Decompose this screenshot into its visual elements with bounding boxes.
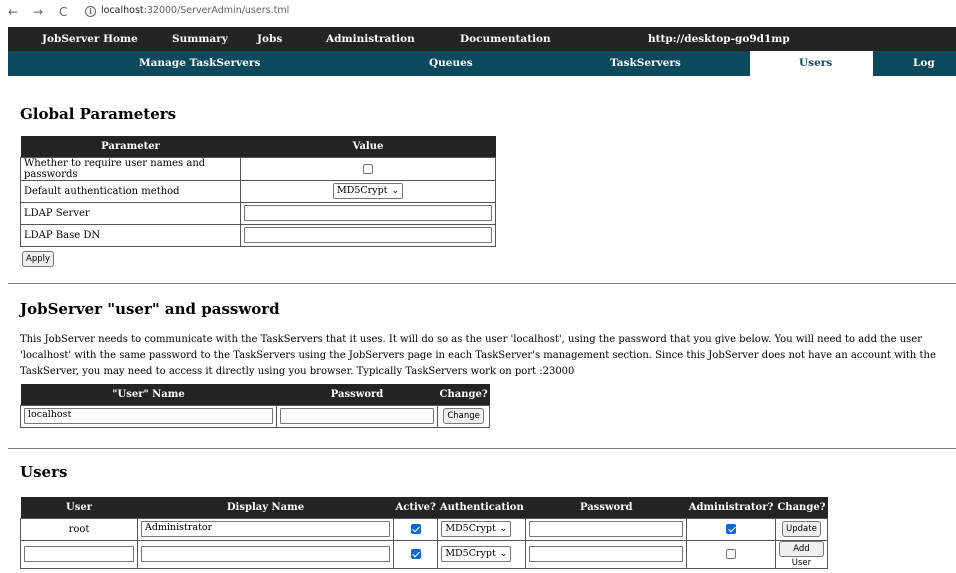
user-name-cell: localhost: [20, 404, 277, 428]
nav-jobserver-home[interactable]: JobServer Home: [42, 27, 138, 51]
url-field[interactable]: localhost:32000/ServerAdmin/users.tml: [101, 5, 289, 16]
jobserver-user-input[interactable]: localhost: [24, 408, 273, 424]
add-user-button[interactable]: Add User: [778, 540, 825, 568]
new-administrator-checkbox[interactable]: [726, 549, 737, 559]
ldap-server-input[interactable]: [244, 205, 492, 221]
change-cell: Change: [436, 404, 491, 428]
sub-navigation: Manage TaskServers Queues TaskServers Us…: [8, 51, 956, 76]
param-label-default-auth: Default authentication method: [20, 179, 241, 203]
param-value-cell: [240, 223, 496, 247]
column-header-parameter: Parameter: [20, 136, 241, 157]
nav-administration[interactable]: Administration: [326, 27, 415, 51]
display-name-input[interactable]: Administrator: [141, 521, 390, 537]
tab-queues[interactable]: Queues: [429, 51, 473, 76]
auth-cell: MD5Crypt ⌄: [437, 539, 527, 569]
user-name-cell: root: [20, 517, 138, 541]
nav-host-link[interactable]: http://desktop-go9d1mp: [648, 27, 790, 51]
column-header-value: Value: [240, 136, 496, 157]
column-header-user-name: "User" Name: [20, 384, 277, 405]
param-value-cell: MD5Crypt ⌄: [240, 179, 496, 203]
chevron-down-icon: ⌄: [499, 524, 508, 534]
change-cell: Update: [774, 517, 829, 541]
default-auth-select-value: MD5Crypt: [337, 185, 388, 196]
admin-cell: [686, 517, 776, 541]
admin-cell: [686, 539, 776, 569]
active-checkbox[interactable]: [410, 524, 421, 534]
section-divider: [8, 283, 956, 284]
url-path: :32000/ServerAdmin/users.tml: [143, 5, 290, 16]
jobserver-password-input[interactable]: [280, 408, 434, 424]
global-parameters-table: Parameter Value Whether to require user …: [20, 136, 496, 247]
new-active-checkbox[interactable]: [410, 549, 421, 559]
reload-icon[interactable]: C: [59, 4, 67, 20]
top-navigation: JobServer Home Summary Jobs Administrati…: [8, 27, 956, 51]
nav-jobs[interactable]: Jobs: [257, 27, 282, 51]
display-name-cell: Administrator: [137, 517, 394, 541]
user-password-input[interactable]: [529, 521, 684, 537]
tab-taskservers[interactable]: TaskServers: [610, 51, 681, 76]
forward-arrow-icon[interactable]: →: [33, 4, 43, 20]
nav-summary[interactable]: Summary: [172, 27, 228, 51]
tab-manage-taskservers[interactable]: Manage TaskServers: [139, 51, 260, 76]
update-button[interactable]: Update: [782, 521, 821, 537]
administrator-checkbox[interactable]: [726, 524, 737, 534]
column-header-password: Password: [525, 497, 687, 518]
password-cell: [276, 404, 438, 428]
back-arrow-icon[interactable]: ←: [8, 4, 18, 20]
apply-button[interactable]: Apply: [22, 251, 54, 267]
global-parameters-heading: Global Parameters: [20, 105, 177, 123]
column-header-password: Password: [276, 384, 438, 405]
new-authentication-select-value: MD5Crypt: [445, 548, 496, 559]
section-divider: [8, 448, 956, 449]
new-password-input[interactable]: [529, 546, 684, 562]
column-header-active: Active?: [393, 497, 438, 518]
new-display-name-input[interactable]: [141, 546, 390, 562]
chevron-down-icon: ⌄: [391, 186, 399, 196]
param-label-ldap-server: LDAP Server: [20, 201, 241, 225]
change-cell: Add User: [774, 539, 829, 569]
authentication-select-value: MD5Crypt: [445, 523, 496, 534]
nav-documentation[interactable]: Documentation: [460, 27, 551, 51]
password-cell: [525, 517, 688, 541]
table-row: root Administrator MD5Crypt ⌄ Update: [20, 517, 829, 541]
new-user-input[interactable]: [24, 546, 134, 562]
tab-users[interactable]: Users: [799, 51, 832, 76]
display-name-cell: [137, 539, 394, 569]
default-auth-select[interactable]: MD5Crypt ⌄: [333, 183, 403, 199]
password-cell: [525, 539, 688, 569]
param-label-require-auth: Whether to require user names and passwo…: [20, 156, 241, 181]
new-authentication-select[interactable]: MD5Crypt ⌄: [441, 546, 512, 562]
chevron-down-icon: ⌄: [499, 549, 508, 559]
jobserver-user-heading: JobServer "user" and password: [20, 300, 280, 318]
authentication-select[interactable]: MD5Crypt ⌄: [441, 521, 512, 537]
column-header-change: Change?: [437, 384, 490, 405]
column-header-authentication: Authentication: [437, 497, 526, 518]
site-info-icon[interactable]: i: [85, 6, 96, 17]
tab-log[interactable]: Log: [913, 51, 935, 76]
users-table: User Display Name Active? Authentication…: [20, 497, 829, 569]
auth-cell: MD5Crypt ⌄: [437, 517, 527, 541]
change-button[interactable]: Change: [443, 408, 484, 424]
browser-address-bar: ← → C i localhost:32000/ServerAdmin/user…: [0, 0, 956, 24]
table-row: MD5Crypt ⌄ Add User: [20, 539, 829, 569]
users-heading: Users: [20, 463, 68, 481]
param-label-ldap-base-dn: LDAP Base DN: [20, 223, 241, 247]
jobserver-description: This JobServer needs to communicate with…: [20, 334, 936, 377]
param-value-cell: [240, 156, 496, 181]
require-auth-checkbox[interactable]: [363, 163, 373, 174]
user-name-cell: [20, 539, 138, 569]
active-cell: [392, 517, 439, 541]
active-cell: [392, 539, 439, 569]
column-header-change: Change?: [775, 497, 828, 518]
jobserver-credentials-table: "User" Name Password Change? localhost C…: [20, 384, 491, 428]
ldap-base-dn-input[interactable]: [244, 227, 492, 243]
url-host: localhost: [101, 5, 144, 16]
column-header-display-name: Display Name: [137, 497, 394, 518]
column-header-administrator: Administrator?: [686, 497, 776, 518]
column-header-user: User: [20, 497, 138, 518]
param-value-cell: [240, 201, 496, 225]
